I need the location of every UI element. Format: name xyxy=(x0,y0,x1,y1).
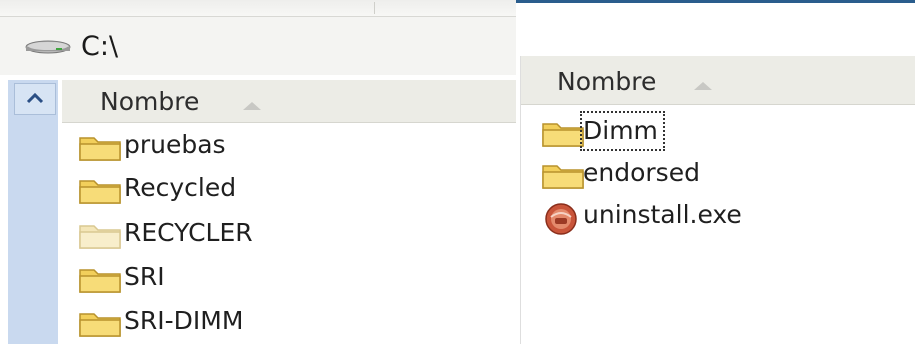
list-item[interactable]: pruebas xyxy=(72,126,512,166)
file-name: pruebas xyxy=(124,130,226,159)
list-item[interactable]: endorsed xyxy=(535,154,915,194)
scroll-up-button[interactable] xyxy=(14,83,56,115)
list-item[interactable]: Dimm xyxy=(535,111,915,152)
column-header-label: Nombre xyxy=(557,67,657,96)
list-item[interactable]: SRI xyxy=(72,258,512,298)
file-name: SRI-DIMM xyxy=(124,306,244,335)
column-header-label: Nombre xyxy=(100,87,200,116)
folder-icon xyxy=(541,160,585,194)
folder-icon xyxy=(78,308,122,342)
tree-scroll-rail xyxy=(8,80,58,344)
list-item[interactable]: SRI-DIMM xyxy=(72,302,512,342)
sort-ascending-icon xyxy=(242,96,262,115)
hard-drive-icon xyxy=(24,39,72,55)
toolbar-separator xyxy=(374,2,375,14)
file-name: Dimm xyxy=(580,111,665,151)
file-name: endorsed xyxy=(583,158,700,187)
sort-ascending-icon xyxy=(693,76,713,95)
address-bar[interactable] xyxy=(0,17,516,75)
file-name: SRI xyxy=(124,262,165,291)
file-name: RECYCLER xyxy=(124,218,253,247)
file-name: uninstall.exe xyxy=(583,200,742,229)
file-name: Recycled xyxy=(124,173,237,202)
folder-icon xyxy=(78,132,122,166)
chevron-up-icon xyxy=(26,92,44,104)
list-item[interactable]: RECYCLER xyxy=(72,214,512,254)
uninstall-exe-icon xyxy=(541,202,581,240)
folder-icon xyxy=(78,220,122,254)
top-accent-bar xyxy=(512,0,915,3)
list-item[interactable]: uninstall.exe xyxy=(535,196,915,236)
column-header-name[interactable]: Nombre xyxy=(521,56,915,105)
list-item[interactable]: Recycled xyxy=(72,169,512,209)
column-header-name[interactable]: Nombre xyxy=(62,80,516,123)
toolbar-strip xyxy=(0,0,516,17)
folder-icon xyxy=(78,175,122,209)
left-explorer-pane: C:\ Nombre pruebas Recycled RECYCLER SRI… xyxy=(0,0,516,344)
folder-icon xyxy=(541,118,585,152)
right-explorer-pane: Nombre Dimm endorsed uninstall.exe xyxy=(520,56,915,344)
address-path[interactable]: C:\ xyxy=(81,30,118,64)
folder-icon xyxy=(78,264,122,298)
